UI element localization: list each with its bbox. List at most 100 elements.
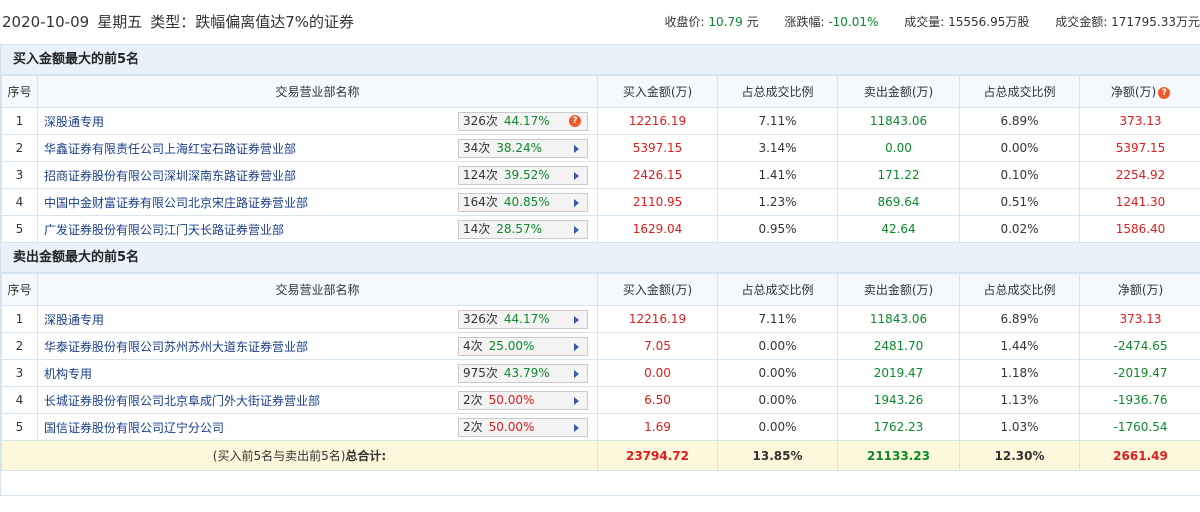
col-buy: 买入金额(万): [597, 273, 718, 306]
col-idx: 序号: [1, 273, 38, 306]
broker-count: 975次: [463, 366, 498, 380]
arrow-right-icon: [574, 172, 579, 180]
broker-win-rate: 44.17%: [503, 312, 550, 326]
buy-ratio: 0.00%: [717, 359, 838, 387]
sell-amount: 1762.23: [837, 413, 960, 441]
broker-count: 2次: [463, 420, 483, 434]
buy-amount: 0.00: [597, 359, 718, 387]
broker-win-rate: 50.00%: [488, 420, 535, 434]
sell-amount: 11843.06: [837, 305, 960, 333]
dragon-tiger-panel: 买入金额最大的前5名 序号 交易营业部名称 买入金额(万) 占总成交比例 卖出金…: [0, 44, 1200, 496]
net-amount: 1241.30: [1079, 188, 1200, 216]
broker-stats-button[interactable]: 2次 50.00%: [458, 391, 588, 410]
buy-amount: 6.50: [597, 386, 718, 414]
col-sell: 卖出金额(万): [837, 273, 960, 306]
col-name: 交易营业部名称: [37, 75, 598, 108]
net-amount: 2254.92: [1079, 161, 1200, 189]
buy-section-title: 买入金额最大的前5名: [1, 45, 1200, 75]
buy-table-header: 序号 交易营业部名称 买入金额(万) 占总成交比例 卖出金额(万) 占总成交比例…: [1, 75, 1200, 108]
broker-cell: 广发证券股份有限公司江门天长路证券营业部 14次 28.57%: [37, 215, 598, 243]
total-label: (买入前5名与卖出前5名)总合计:: [1, 440, 598, 471]
broker-name-link[interactable]: 华泰证券股份有限公司苏州苏州大道东证券营业部: [44, 338, 308, 355]
broker-stats-button[interactable]: 326次 44.17%: [458, 310, 588, 329]
row-index: 1: [1, 305, 38, 333]
broker-cell: 国信证券股份有限公司辽宁分公司 2次 50.00%: [37, 413, 598, 441]
broker-count: 164次: [463, 195, 498, 209]
total-net: 2661.49: [1079, 440, 1200, 471]
buy-ratio: 1.23%: [717, 188, 838, 216]
broker-win-rate: 40.85%: [503, 195, 550, 209]
table-row: 5 广发证券股份有限公司江门天长路证券营业部 14次 28.57% 1629.04 0.9…: [1, 215, 1200, 243]
question-icon[interactable]: ?: [569, 115, 581, 127]
table-row: 1 深股通专用 326次 44.17% 12216.19 7.11% 11843.06 6.8…: [1, 305, 1200, 333]
broker-win-rate: 44.17%: [503, 114, 550, 128]
broker-name-link[interactable]: 深股通专用: [44, 311, 104, 328]
net-amount: 1586.40: [1079, 215, 1200, 243]
net-amount: 373.13: [1079, 107, 1200, 135]
buy-ratio: 0.00%: [717, 332, 838, 360]
table-row: 4 长城证券股份有限公司北京阜成门外大街证券营业部 2次 50.00% 6.50 0.00…: [1, 386, 1200, 414]
broker-cell: 长城证券股份有限公司北京阜成门外大街证券营业部 2次 50.00%: [37, 386, 598, 414]
broker-win-rate: 38.24%: [496, 141, 543, 155]
broker-name-link[interactable]: 机构专用: [44, 365, 92, 382]
broker-name-link[interactable]: 中国中金财富证券有限公司北京宋庄路证券营业部: [44, 194, 308, 211]
row-index: 3: [1, 161, 38, 189]
buy-amount: 1.69: [597, 413, 718, 441]
sell-amount: 2481.70: [837, 332, 960, 360]
arrow-right-icon: [574, 316, 579, 324]
broker-stats-button[interactable]: 975次 43.79%: [458, 364, 588, 383]
buy-ratio: 3.14%: [717, 134, 838, 162]
broker-stats-button[interactable]: 34次 38.24%: [458, 139, 588, 158]
broker-stats-button[interactable]: 164次 40.85%: [458, 193, 588, 212]
total-sell: 21133.23: [837, 440, 960, 471]
page-title: 2020-10-09 星期五 类型：跌幅偏离值达7%的证券: [2, 11, 362, 32]
help-icon[interactable]: ?: [1158, 86, 1171, 99]
net-amount: 373.13: [1079, 305, 1200, 333]
broker-stats-button[interactable]: 14次 28.57%: [458, 220, 588, 239]
broker-name-link[interactable]: 国信证券股份有限公司辽宁分公司: [44, 419, 224, 436]
buy-amount: 12216.19: [597, 305, 718, 333]
broker-name-link[interactable]: 深股通专用: [44, 113, 104, 130]
total-buy-ratio: 13.85%: [717, 440, 838, 471]
arrow-right-icon: [574, 370, 579, 378]
col-sell: 卖出金额(万): [837, 75, 960, 108]
buy-amount: 2426.15: [597, 161, 718, 189]
table-row: 4 中国中金财富证券有限公司北京宋庄路证券营业部 164次 40.85% 2110.95…: [1, 188, 1200, 216]
broker-stats-button[interactable]: 2次 50.00%: [458, 418, 588, 437]
broker-name-link[interactable]: 长城证券股份有限公司北京阜成门外大街证券营业部: [44, 392, 320, 409]
broker-stats-button[interactable]: 4次 25.00%: [458, 337, 588, 356]
row-index: 5: [1, 215, 38, 243]
arrow-right-icon: [574, 424, 579, 432]
sell-amount: 869.64: [837, 188, 960, 216]
sell-amount: 42.64: [837, 215, 960, 243]
buy-ratio: 0.00%: [717, 413, 838, 441]
trade-date: 2020-10-09: [2, 13, 90, 31]
row-index: 4: [1, 386, 38, 414]
col-name: 交易营业部名称: [37, 273, 598, 306]
broker-count: 124次: [463, 168, 498, 182]
sell-amount: 1943.26: [837, 386, 960, 414]
row-index: 2: [1, 332, 38, 360]
sell-section-title: 卖出金额最大的前5名: [1, 243, 1200, 273]
sell-ratio: 0.51%: [959, 188, 1080, 216]
buy-ratio: 0.95%: [717, 215, 838, 243]
total-sell-ratio: 12.30%: [959, 440, 1080, 471]
sell-ratio: 1.18%: [959, 359, 1080, 387]
broker-name-link[interactable]: 招商证券股份有限公司深圳深南东路证券营业部: [44, 167, 296, 184]
buy-table: 序号 交易营业部名称 买入金额(万) 占总成交比例 卖出金额(万) 占总成交比例…: [1, 75, 1200, 243]
buy-ratio: 0.00%: [717, 386, 838, 414]
broker-name-link[interactable]: 华鑫证券有限责任公司上海红宝石路证券营业部: [44, 140, 296, 157]
sell-ratio: 1.44%: [959, 332, 1080, 360]
broker-stats-button[interactable]: 124次 39.52%: [458, 166, 588, 185]
broker-count: 2次: [463, 393, 483, 407]
header-bar: 2020-10-09 星期五 类型：跌幅偏离值达7%的证券 收盘价: 10.79 元…: [0, 0, 1200, 40]
buy-ratio: 7.11%: [717, 305, 838, 333]
broker-count: 326次: [463, 312, 498, 326]
broker-name-link[interactable]: 广发证券股份有限公司江门天长路证券营业部: [44, 221, 284, 238]
net-amount: -1760.54: [1079, 413, 1200, 441]
col-net: 净额(万): [1079, 273, 1200, 306]
buy-amount: 12216.19: [597, 107, 718, 135]
col-buy: 买入金额(万): [597, 75, 718, 108]
broker-stats-button[interactable]: 326次 44.17%?: [458, 112, 588, 131]
broker-count: 14次: [463, 222, 491, 236]
